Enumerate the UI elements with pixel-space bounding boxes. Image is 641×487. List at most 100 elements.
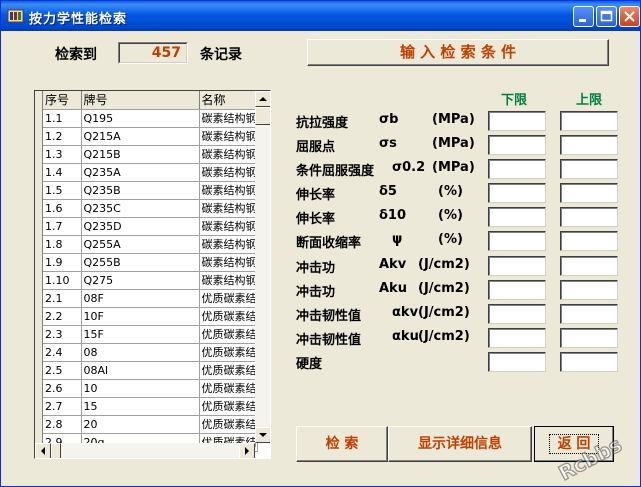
cell-name[interactable]: 碳素结构钢 [199,235,258,254]
upper-limit-input[interactable] [560,207,618,227]
horizontal-scrollbar[interactable] [35,443,255,458]
cell-index[interactable]: 1.1 [43,109,82,128]
table-row[interactable]: 1.5 Q235B 碳素结构钢 [43,181,258,200]
cell-grade[interactable]: Q215A [81,127,200,146]
column-header-name[interactable]: 名称 [199,91,258,110]
table-row[interactable]: 1.8 Q255A 碳素结构钢 [43,235,258,254]
table-row[interactable]: 2.2 10F 优质碳素结 [43,307,258,326]
upper-limit-input[interactable] [560,111,618,131]
show-details-button[interactable]: 显示详细信息 [388,426,532,462]
scroll-up-icon[interactable] [255,91,270,107]
upper-limit-input[interactable] [560,159,618,179]
cell-name[interactable]: 碳素结构钢 [199,181,258,200]
lower-limit-input[interactable] [488,280,546,300]
cell-name[interactable]: 优质碳素结 [199,343,258,362]
cell-index[interactable]: 2.5 [43,361,82,380]
upper-limit-input[interactable] [560,231,618,251]
cell-grade[interactable]: 08 [81,343,200,362]
cell-grade[interactable]: Q255B [81,253,200,272]
results-grid[interactable]: 序号 牌号 名称 1.1 Q195 碳素结构钢 1.2 Q215A 碳素结构钢 1.3 Q21… [34,90,271,459]
upper-limit-input[interactable] [560,256,618,276]
cell-index[interactable]: 1.5 [43,181,82,200]
upper-limit-input[interactable] [560,135,618,155]
scroll-right-icon[interactable] [239,443,255,458]
scroll-left-icon[interactable] [35,443,51,458]
cell-index[interactable]: 1.8 [43,235,82,254]
cell-name[interactable]: 优质碳素结 [199,289,258,308]
cell-index[interactable]: 2.6 [43,379,82,398]
table-row[interactable]: 2.7 15 优质碳素结 [43,397,258,416]
cell-index[interactable]: 2.7 [43,397,82,416]
scroll-down-icon[interactable] [255,427,270,443]
lower-limit-input[interactable] [488,256,546,276]
cell-name[interactable]: 优质碳素结 [199,415,258,434]
cell-name[interactable]: 碳素结构钢 [199,127,258,146]
upper-limit-input[interactable] [560,183,618,203]
cell-index[interactable]: 1.4 [43,163,82,182]
lower-limit-input[interactable] [488,207,546,227]
table-row[interactable]: 1.9 Q255B 碳素结构钢 [43,253,258,272]
cell-grade[interactable]: 15F [81,325,200,344]
cell-grade[interactable]: Q275 [81,271,200,290]
cell-index[interactable]: 2.8 [43,415,82,434]
table-row[interactable]: 2.4 08 优质碳素结 [43,343,258,362]
cell-grade[interactable]: Q235A [81,163,200,182]
horizontal-scroll-thumb[interactable] [51,443,61,458]
cell-grade[interactable]: Q195 [81,109,200,128]
lower-limit-input[interactable] [488,111,546,131]
table-row[interactable]: 1.2 Q215A 碳素结构钢 [43,127,258,146]
table-row[interactable]: 1.1 Q195 碳素结构钢 [43,109,258,128]
cell-index[interactable]: 1.6 [43,199,82,218]
vertical-scrollbar[interactable] [255,91,270,443]
upper-limit-input[interactable] [560,304,618,324]
cell-grade[interactable]: 20 [81,415,200,434]
cell-grade[interactable]: Q235B [81,181,200,200]
title-bar[interactable]: 按力学性能检索 [1,1,640,31]
table-row[interactable]: 1.3 Q215B 碳素结构钢 [43,145,258,164]
cell-name[interactable]: 优质碳素结 [199,379,258,398]
lower-limit-input[interactable] [488,304,546,324]
table-row[interactable]: 2.6 10 优质碳素结 [43,379,258,398]
cell-index[interactable]: 2.4 [43,343,82,362]
table-row[interactable]: 1.6 Q235C 碳素结构钢 [43,199,258,218]
search-button[interactable]: 检 索 [296,426,388,462]
cell-index[interactable]: 1.7 [43,217,82,236]
cell-name[interactable]: 优质碳素结 [199,325,258,344]
cell-name[interactable]: 碳素结构钢 [199,199,258,218]
cell-grade[interactable]: Q215B [81,145,200,164]
cell-index[interactable]: 2.1 [43,289,82,308]
cell-name[interactable]: 碳素结构钢 [199,109,258,128]
cell-index[interactable]: 1.3 [43,145,82,164]
cell-name[interactable]: 优质碳素结 [199,397,258,416]
cell-grade[interactable]: Q255A [81,235,200,254]
close-button[interactable] [619,6,640,27]
cell-name[interactable]: 优质碳素结 [199,307,258,326]
lower-limit-input[interactable] [488,183,546,203]
cell-name[interactable]: 碳素结构钢 [199,163,258,182]
table-row[interactable]: 2.1 08F 优质碳素结 [43,289,258,308]
lower-limit-input[interactable] [488,328,546,348]
cell-grade[interactable]: 15 [81,397,200,416]
column-header-index[interactable]: 序号 [43,91,82,110]
table-row[interactable]: 2.5 08Al 优质碳素结 [43,361,258,380]
upper-limit-input[interactable] [560,280,618,300]
cell-grade[interactable]: Q235C [81,199,200,218]
cell-index[interactable]: 1.9 [43,253,82,272]
vertical-scroll-thumb[interactable] [255,107,270,125]
lower-limit-input[interactable] [488,159,546,179]
minimize-button[interactable] [573,6,594,27]
lower-limit-input[interactable] [488,135,546,155]
cell-name[interactable]: 碳素结构钢 [199,271,258,290]
cell-index[interactable]: 2.2 [43,307,82,326]
cell-name[interactable]: 碳素结构钢 [199,217,258,236]
cell-grade[interactable]: 10 [81,379,200,398]
cell-index[interactable]: 2.3 [43,325,82,344]
maximize-button[interactable] [596,6,617,27]
table-row[interactable]: 1.7 Q235D 碳素结构钢 [43,217,258,236]
table-row[interactable]: 2.3 15F 优质碳素结 [43,325,258,344]
cell-grade[interactable]: 10F [81,307,200,326]
lower-limit-input[interactable] [488,352,546,372]
cell-index[interactable]: 1.10 [43,271,82,290]
cell-name[interactable]: 碳素结构钢 [199,145,258,164]
input-criteria-button[interactable]: 输 入 检 索 条 件 [307,39,609,66]
